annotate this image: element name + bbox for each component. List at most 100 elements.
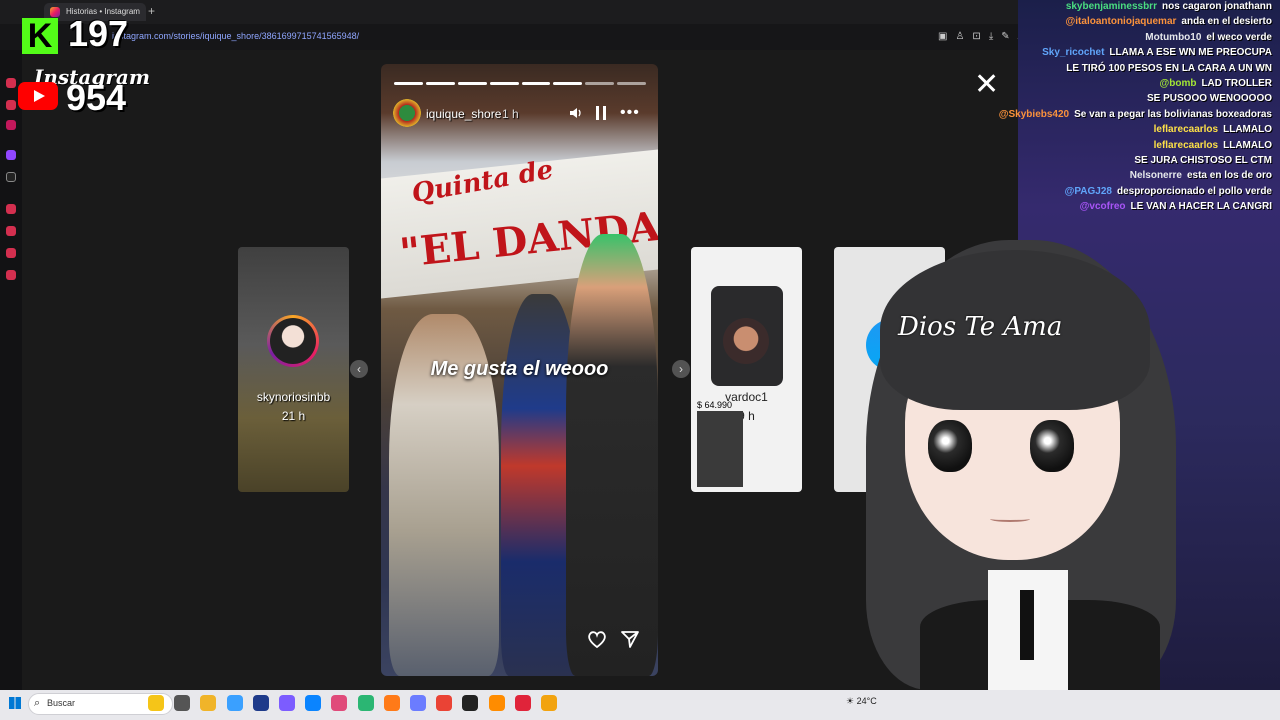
- search-placeholder: Buscar: [47, 698, 76, 708]
- chat-text: SE JURA CHISTOSO EL CTM: [1134, 155, 1272, 166]
- sidebar-app-icon[interactable]: [6, 248, 16, 258]
- story-preview-left[interactable]: skynoriosinbb 21 h: [238, 247, 349, 492]
- task-view-icon[interactable]: [174, 695, 191, 711]
- edge-icon[interactable]: [305, 695, 322, 711]
- vtuber-left-eye: [928, 420, 972, 472]
- send-icon[interactable]: [619, 628, 641, 650]
- chat-username: Motumbo10: [1145, 31, 1202, 43]
- windows-start-icon[interactable]: [9, 697, 21, 709]
- chat-username: leflarecaarlos: [1153, 139, 1219, 151]
- instagram-favicon-icon: [50, 7, 60, 17]
- chat-username: @vcofreo: [1079, 201, 1126, 213]
- settings-icon[interactable]: [6, 270, 16, 280]
- opera-icon[interactable]: [514, 695, 531, 711]
- next-story-arrow-icon[interactable]: ›: [672, 360, 690, 378]
- chat-message: SE JURA CHISTOSO EL CTM: [1129, 154, 1272, 167]
- x-icon[interactable]: [6, 172, 16, 182]
- app-icon-2[interactable]: [541, 695, 557, 711]
- kick-viewer-count: 197: [68, 13, 129, 54]
- chat-text: esta en los de oro: [1186, 170, 1272, 182]
- chat-text: el weco verde: [1206, 31, 1272, 43]
- chat-username: @PAGJ28: [1064, 185, 1112, 197]
- file-explorer-icon[interactable]: [200, 695, 217, 711]
- story-progress-bar: [394, 82, 646, 85]
- weather-temp: 24°C: [856, 696, 877, 706]
- chat-username: Sky_ricochet: [1042, 47, 1105, 59]
- heart-icon[interactable]: [586, 628, 608, 650]
- chat-username: @italoantoniojaquemar: [1065, 16, 1177, 28]
- chat-text: SE PUSOOO WENOOOOO: [1146, 93, 1272, 105]
- sidebar-app-icon[interactable]: [6, 100, 16, 110]
- vtuber-mouth: [990, 516, 1030, 522]
- twitch-icon[interactable]: [6, 150, 16, 160]
- app-icon[interactable]: [488, 695, 505, 711]
- kick-logo-icon: K: [22, 18, 58, 54]
- story-author-avatar[interactable]: [393, 99, 421, 127]
- chat-text: LLAMALO: [1223, 124, 1272, 136]
- chat-text: anda en el desierto: [1181, 16, 1272, 28]
- chat-text: LE TIRÓ 100 PESOS EN LA CARA A UN WN: [1066, 62, 1272, 74]
- sidebar-app-icon[interactable]: [6, 204, 16, 214]
- weather-icon: ☀: [846, 696, 857, 706]
- new-tab-button[interactable]: +: [148, 4, 155, 18]
- sidebar-app-icon[interactable]: [6, 120, 16, 130]
- product-price: $ 64.990: [697, 400, 733, 410]
- chat-username: skybenjaminessbrr: [1065, 1, 1157, 12]
- chat-username: Nelsonerre: [1129, 170, 1182, 182]
- previous-story-arrow-icon[interactable]: ‹: [350, 360, 368, 378]
- chat-text: LAD TROLLER: [1201, 78, 1272, 89]
- chat-message: @PAGJ28 desproporcionado el pollo verde: [1065, 185, 1272, 198]
- story-caption: Me gusta el weooo: [430, 358, 609, 380]
- chat-text: desproporcionado el pollo verde: [1116, 185, 1272, 197]
- youtube-logo-icon: [18, 82, 58, 110]
- chat-text: LLAMALO: [1223, 139, 1272, 151]
- chat-icon[interactable]: [279, 695, 295, 711]
- chat-message: Sky_ricochet LLAMA A ESE WN ME PREOCUPA: [1042, 46, 1272, 59]
- chat-username: @Skybiebs420: [998, 108, 1070, 120]
- weather-widget[interactable]: ☀ 24°C: [846, 696, 877, 707]
- person-figure: [566, 234, 658, 676]
- chat-message: SE PUSOOO WENOOOOO: [1142, 92, 1272, 105]
- game-icon[interactable]: [357, 695, 374, 711]
- chat-username: leflarecaarlos: [1153, 124, 1219, 136]
- v-app-icon[interactable]: [410, 695, 426, 711]
- chat-message: skybenjaminessbrr nos cagaron jonathann: [1066, 0, 1272, 13]
- browser-sidebar: [0, 50, 22, 690]
- sidebar-app-icon[interactable]: [6, 78, 16, 88]
- chat-message: @bomb LAD TROLLER: [1159, 77, 1272, 90]
- story-timestamp: 1 h: [502, 107, 519, 121]
- vtuber-right-eye: [1030, 420, 1074, 472]
- side-story-time: 21 h: [281, 409, 306, 423]
- chat-message: leflarecaarlos LLAMALO: [1154, 139, 1272, 152]
- chat-message: @Skybiebs420 Se van a pegar las boliviana…: [999, 108, 1272, 121]
- chat-message: Motumbo10 el weco verde: [1145, 31, 1272, 44]
- chat-text: nos cagaron jonathann: [1161, 1, 1272, 12]
- chrome-icon[interactable]: [436, 695, 453, 711]
- url-field[interactable]: instagram.com/stories/iquique_shore/3861…: [112, 31, 359, 41]
- vscode-icon[interactable]: [252, 695, 269, 711]
- vtuber-tie: [1020, 590, 1034, 660]
- chat-username: @bomb: [1159, 78, 1197, 89]
- firefox-icon[interactable]: [383, 695, 400, 711]
- volume-icon[interactable]: [569, 106, 583, 120]
- widgets-icon[interactable]: [148, 695, 164, 711]
- side-story-username: skynoriosinbb: [256, 390, 331, 404]
- vtuber-forehead-text: Dios Te Ama: [898, 312, 1063, 342]
- chat-message: Nelsonerre esta en los de oro: [1130, 169, 1272, 182]
- more-options-icon[interactable]: •••: [620, 104, 640, 122]
- pause-icon[interactable]: [596, 106, 606, 120]
- chat-message: @vcofreo LE VAN A HACER LA CANGRI: [1080, 200, 1272, 213]
- search-icon: ⌕: [34, 697, 41, 709]
- chat-text: LLAMA A ESE WN ME PREOCUPA: [1109, 47, 1272, 59]
- snipping-icon[interactable]: [331, 695, 348, 711]
- sidebar-app-icon[interactable]: [6, 226, 16, 236]
- chat-message: @italoantoniojaquemar anda en el desierto: [1066, 15, 1272, 28]
- story-avatar-ring: [267, 315, 319, 367]
- story-username[interactable]: iquique_shore: [426, 107, 501, 121]
- chat-message: leflarecaarlos LLAMALO: [1154, 123, 1272, 136]
- obs-icon[interactable]: [462, 695, 479, 711]
- product-details-image: [697, 411, 743, 487]
- copilot-icon[interactable]: [226, 695, 243, 711]
- chat-text: LE VAN A HACER LA CANGRI: [1130, 201, 1272, 213]
- windows-taskbar: [0, 690, 1280, 720]
